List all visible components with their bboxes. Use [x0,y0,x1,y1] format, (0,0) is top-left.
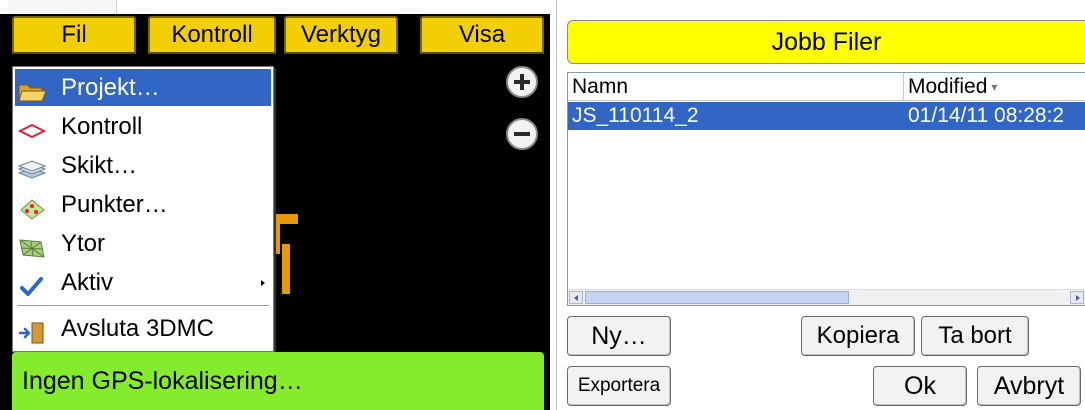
menu-item-label: Projekt… [61,74,160,101]
map-window: Fil Kontroll Verktyg Visa Projekt… Kontr… [0,0,550,410]
map-feature-line [276,224,280,254]
dialog-title: Jobb Filer [567,20,1085,64]
submenu-arrow-icon [261,280,265,286]
menu-item-punkter[interactable]: Punkter… [15,186,271,223]
menu-item-aktiv[interactable]: Aktiv [15,264,271,301]
menu-fil[interactable]: Fil [12,16,136,54]
menu-item-skikt[interactable]: Skikt… [15,147,271,184]
menu-separator [17,305,269,306]
zoom-out-icon[interactable] [506,118,538,150]
column-header-name[interactable]: Namn [568,73,904,101]
file-name-cell: JS_110114_2 [572,104,699,127]
window-top-tab [8,0,117,15]
copy-button[interactable]: Kopiera [801,316,915,356]
window-top-strip [0,0,550,15]
points-icon [17,194,47,220]
menu-item-label: Punkter… [61,191,168,218]
scroll-left-icon[interactable] [569,291,583,304]
sort-descending-icon: ▾ [991,80,998,95]
surfaces-icon [17,233,47,258]
gps-status-bar: Ingen GPS-lokalisering… [12,352,544,410]
zoom-in-icon[interactable] [506,66,538,98]
menu-item-label: Skikt… [61,152,138,179]
menu-item-avsluta[interactable]: Avsluta 3DMC [15,310,271,347]
app-root: Fil Kontroll Verktyg Visa Projekt… Kontr… [0,0,1085,410]
new-button[interactable]: Ny… [567,316,671,356]
menu-item-projekt[interactable]: Projekt… [15,69,271,106]
export-button[interactable]: Exportera [567,366,671,406]
exit-door-icon [17,318,47,344]
map-feature-marker [276,214,298,224]
column-header-modified[interactable]: Modified ▾ [904,73,1085,101]
menu-item-label: Ytor [61,230,106,257]
scrollbar-thumb[interactable] [585,291,849,304]
file-modified-cell: 01/14/11 08:28:2 [908,104,1065,127]
checkmark-icon [17,272,47,296]
scroll-right-icon[interactable] [1070,291,1084,304]
horizontal-scrollbar[interactable] [568,289,1085,305]
job-files-dialog: Jobb Filer Namn Modified ▾ JS_110114_2 01… [556,0,1085,410]
menu-item-kontroll[interactable]: Kontroll [15,108,271,145]
delete-button[interactable]: Ta bort [921,316,1029,356]
ok-button[interactable]: Ok [873,366,967,406]
folder-open-icon [17,77,47,102]
file-dropdown-menu: Projekt… Kontroll Skikt… Punkter… Ytor A… [12,66,274,352]
column-header-label: Namn [572,75,629,98]
file-list[interactable]: Namn Modified ▾ JS_110114_2 01/14/11 08:2… [567,72,1085,306]
menu-item-label: Avsluta 3DMC [61,315,214,342]
layers-icon [17,155,47,179]
menu-item-label: Kontroll [61,113,143,140]
column-header-label: Modified [908,75,988,98]
menu-visa[interactable]: Visa [420,16,544,54]
map-feature-line [282,244,290,294]
cancel-button[interactable]: Avbryt [977,366,1081,406]
menu-kontroll[interactable]: Kontroll [148,16,276,54]
menu-verktyg[interactable]: Verktyg [284,16,398,54]
control-diamond-icon [17,116,47,139]
table-row[interactable]: JS_110114_2 01/14/11 08:28:2 [568,102,1085,130]
menu-item-label: Aktiv [61,269,114,296]
menu-item-ytor[interactable]: Ytor [15,225,271,262]
